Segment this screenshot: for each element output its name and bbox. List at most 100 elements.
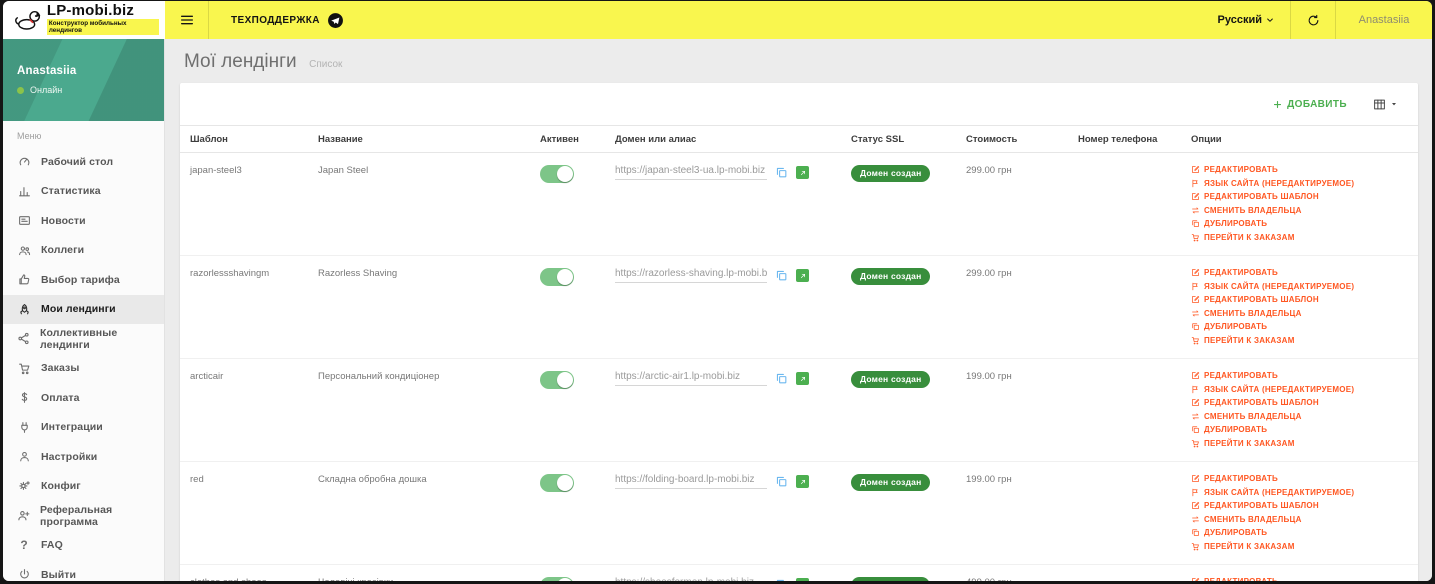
- domain-input[interactable]: https://folding-board.lp-mobi.biz: [615, 474, 767, 489]
- sidebar-item-colleagues[interactable]: Коллеги: [3, 236, 164, 266]
- app-window: LP-mobi.biz Конструктор мобильных лендин…: [3, 1, 1432, 581]
- active-toggle[interactable]: [540, 371, 574, 389]
- dollar-icon: [21, 392, 27, 404]
- cart-icon: [18, 363, 29, 374]
- open-site-icon[interactable]: [796, 166, 809, 179]
- edit-icon: [1192, 502, 1200, 509]
- edit-icon: [1192, 193, 1200, 200]
- copy-domain-icon[interactable]: [775, 372, 788, 385]
- option-link-редактировать-шаблон[interactable]: РЕДАКТИРОВАТЬ ШАБЛОН: [1191, 192, 1418, 201]
- copy-domain-icon[interactable]: [775, 475, 788, 488]
- option-link-сменить-владельца[interactable]: СМЕНИТЬ ВЛАДЕЛЬЦА: [1191, 412, 1418, 421]
- sidebar-item-payment[interactable]: Оплата: [3, 383, 164, 413]
- refresh-button[interactable]: [1290, 1, 1336, 39]
- sidebar-item-logout[interactable]: Выйти: [3, 560, 164, 581]
- sidebar-item-referral[interactable]: Реферальная программа: [3, 501, 164, 531]
- option-link-редактировать-шаблон[interactable]: РЕДАКТИРОВАТЬ ШАБЛОН: [1191, 501, 1418, 510]
- external-link-icon: [800, 170, 805, 175]
- option-link-редактировать[interactable]: РЕДАКТИРОВАТЬ: [1191, 371, 1418, 380]
- option-link-перейти-к-заказам[interactable]: ПЕРЕЙТИ К ЗАКАЗАМ: [1191, 439, 1418, 448]
- domain-input[interactable]: https://shoesformen.lp-mobi.biz: [615, 577, 767, 581]
- sidebar-item-label: Реферальная программа: [40, 503, 113, 528]
- option-link-дублировать[interactable]: ДУБЛИРОВАТЬ: [1191, 528, 1418, 537]
- cell-phone: [1068, 256, 1181, 268]
- logo[interactable]: LP-mobi.biz Конструктор мобильных лендин…: [3, 1, 165, 39]
- active-toggle[interactable]: [540, 474, 574, 492]
- option-link-язык-сайта-нередактируемое-[interactable]: ЯЗЫК САЙТА (НЕРЕДАКТИРУЕМОЕ): [1191, 179, 1418, 188]
- add-landing-button[interactable]: ДОБАВИТЬ: [1273, 99, 1347, 110]
- domain-input[interactable]: https://japan-steel3-ua.lp-mobi.biz: [615, 165, 767, 180]
- open-site-icon[interactable]: [796, 269, 809, 282]
- flag-icon: [1192, 385, 1198, 393]
- table-row: razorlessshavingm Razorless Shaving https:…: [180, 256, 1418, 359]
- sidebar-item-collective[interactable]: Коллективные лендинги: [3, 324, 164, 354]
- active-toggle[interactable]: [540, 577, 574, 581]
- menu-section-label: Меню: [17, 131, 42, 141]
- column-header: Шаблон: [190, 133, 228, 145]
- swap-icon: [1192, 516, 1199, 522]
- option-link-перейти-к-заказам[interactable]: ПЕРЕЙТИ К ЗАКАЗАМ: [1191, 336, 1418, 345]
- domain-input[interactable]: https://arctic-air1.lp-mobi.biz: [615, 371, 767, 386]
- active-toggle[interactable]: [540, 268, 574, 286]
- cell-phone: [1068, 565, 1181, 577]
- column-header: Статус SSL: [851, 133, 905, 145]
- sidebar-item-desktop[interactable]: Рабочий стол: [3, 147, 164, 177]
- topbar-username[interactable]: Anastasiia: [1336, 1, 1432, 39]
- cell-phone: [1068, 153, 1181, 165]
- question-icon: ?: [20, 538, 28, 553]
- sidebar-item-config[interactable]: Конфиг: [3, 472, 164, 502]
- open-site-icon[interactable]: [796, 578, 809, 581]
- option-link-редактировать[interactable]: РЕДАКТИРОВАТЬ: [1191, 577, 1418, 581]
- option-link-редактировать[interactable]: РЕДАКТИРОВАТЬ: [1191, 474, 1418, 483]
- option-link-сменить-владельца[interactable]: СМЕНИТЬ ВЛАДЕЛЬЦА: [1191, 309, 1418, 318]
- cell-options: РЕДАКТИРОВАТЬЯЗЫК САЙТА (НЕРЕДАКТИРУЕМОЕ…: [1181, 565, 1418, 581]
- hamburger-menu-button[interactable]: [165, 1, 209, 39]
- option-link-сменить-владельца[interactable]: СМЕНИТЬ ВЛАДЕЛЬЦА: [1191, 515, 1418, 524]
- option-link-дублировать[interactable]: ДУБЛИРОВАТЬ: [1191, 322, 1418, 331]
- column-header: Название: [318, 133, 363, 145]
- copy-domain-icon[interactable]: [775, 166, 788, 179]
- news-icon: [18, 216, 30, 226]
- copy-domain-icon[interactable]: [775, 269, 788, 282]
- option-link-перейти-к-заказам[interactable]: ПЕРЕЙТИ К ЗАКАЗАМ: [1191, 542, 1418, 551]
- edit-icon: [1192, 578, 1200, 581]
- table-view-button[interactable]: [1373, 98, 1398, 111]
- dog-logo-icon: [15, 10, 41, 30]
- open-site-icon[interactable]: [796, 372, 809, 385]
- sidebar-item-news[interactable]: Новости: [3, 206, 164, 236]
- option-link-язык-сайта-нередактируемое-[interactable]: ЯЗЫК САЙТА (НЕРЕДАКТИРУЕМОЕ): [1191, 488, 1418, 497]
- sidebar-item-faq[interactable]: ? FAQ: [3, 531, 164, 561]
- language-selector[interactable]: Русский: [1202, 1, 1290, 39]
- thumb-icon: [18, 274, 29, 285]
- copy-domain-icon[interactable]: [775, 578, 788, 581]
- sidebar-user-panel: Anastasiia Онлайн: [3, 39, 164, 121]
- sidebar-item-stats[interactable]: Статистика: [3, 177, 164, 207]
- option-link-сменить-владельца[interactable]: СМЕНИТЬ ВЛАДЕЛЬЦА: [1191, 206, 1418, 215]
- sidebar-item-my-landings[interactable]: Мои лендинги: [3, 294, 164, 324]
- option-link-редактировать[interactable]: РЕДАКТИРОВАТЬ: [1191, 268, 1418, 277]
- column-header: Номер телефона: [1078, 133, 1158, 145]
- option-link-перейти-к-заказам[interactable]: ПЕРЕЙТИ К ЗАКАЗАМ: [1191, 233, 1418, 242]
- option-link-дублировать[interactable]: ДУБЛИРОВАТЬ: [1191, 425, 1418, 434]
- sidebar-item-settings[interactable]: Настройки: [3, 442, 164, 472]
- sidebar-item-label: FAQ: [41, 539, 63, 552]
- support-button[interactable]: ТЕХПОДДЕРЖКА: [209, 1, 366, 39]
- cell-options: РЕДАКТИРОВАТЬ ЯЗЫК САЙТА (НЕРЕДАКТИРУЕМОЕ…: [1181, 153, 1418, 242]
- swap-icon: [1192, 207, 1199, 213]
- sidebar: Anastasiia Онлайн Меню Рабочий стол Стати…: [3, 39, 165, 581]
- domain-input[interactable]: https://razorless-shaving.lp-mobi.biz: [615, 268, 767, 283]
- duplicate-icon: [1192, 220, 1199, 227]
- active-toggle[interactable]: [540, 165, 574, 183]
- sidebar-item-integrations[interactable]: Интеграции: [3, 413, 164, 443]
- cell-template: arcticair: [190, 371, 224, 382]
- option-link-редактировать[interactable]: РЕДАКТИРОВАТЬ: [1191, 165, 1418, 174]
- option-link-язык-сайта-нередактируемое-[interactable]: ЯЗЫК САЙТА (НЕРЕДАКТИРУЕМОЕ): [1191, 385, 1418, 394]
- option-link-дублировать[interactable]: ДУБЛИРОВАТЬ: [1191, 219, 1418, 228]
- sidebar-item-tariff[interactable]: Выбор тарифа: [3, 265, 164, 295]
- option-link-язык-сайта-нередактируемое-[interactable]: ЯЗЫК САЙТА (НЕРЕДАКТИРУЕМОЕ): [1191, 282, 1418, 291]
- open-site-icon[interactable]: [796, 475, 809, 488]
- sidebar-item-orders[interactable]: Заказы: [3, 354, 164, 384]
- option-link-редактировать-шаблон[interactable]: РЕДАКТИРОВАТЬ ШАБЛОН: [1191, 398, 1418, 407]
- option-link-редактировать-шаблон[interactable]: РЕДАКТИРОВАТЬ ШАБЛОН: [1191, 295, 1418, 304]
- cell-options: РЕДАКТИРОВАТЬ ЯЗЫК САЙТА (НЕРЕДАКТИРУЕМОЕ…: [1181, 462, 1418, 551]
